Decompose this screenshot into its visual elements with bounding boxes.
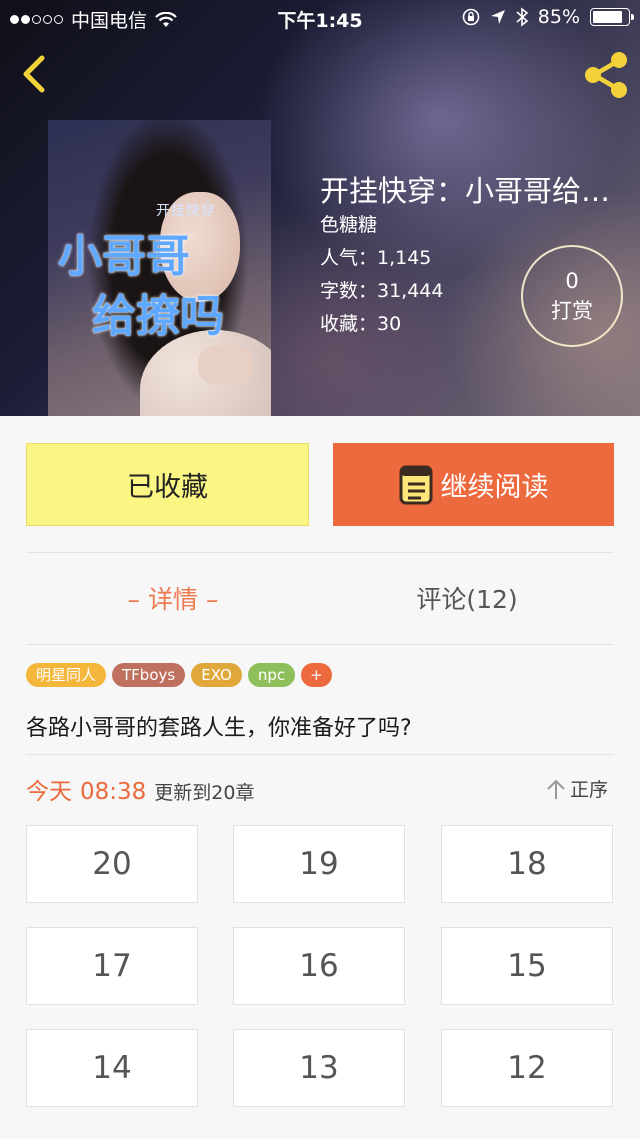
book-summary: 各路小哥哥的套路人生，你准备好了吗?	[26, 716, 412, 741]
tip-label: 打赏	[551, 299, 593, 323]
chapter-item[interactable]: 17	[26, 927, 198, 1005]
collected-button[interactable]: 已收藏	[26, 443, 309, 526]
back-button[interactable]	[14, 52, 54, 96]
tag-item[interactable]: EXO	[191, 663, 242, 687]
tip-button[interactable]: 0 打赏	[521, 245, 623, 347]
chapter-item[interactable]: 20	[26, 825, 198, 903]
add-tag-button[interactable]: +	[301, 663, 332, 687]
chevron-left-icon	[23, 55, 45, 93]
divider	[26, 552, 614, 553]
book-header: 中国电信 下午1:45 85% 开挂快穿 小哥哥 给撩吗 开挂快穿：小哥哥给撩吗…	[0, 0, 640, 416]
book-icon	[399, 465, 432, 504]
tag-item[interactable]: npc	[247, 663, 296, 687]
location-icon	[490, 10, 505, 24]
book-title: 开挂快穿：小哥哥给撩吗	[320, 174, 632, 208]
update-info: 今天 08:38 更新到20章	[26, 772, 254, 806]
book-author[interactable]: 色糖糖	[320, 210, 377, 237]
tag-item[interactable]: TFboys	[112, 663, 186, 687]
cover-title-line1: 小哥哥	[58, 231, 190, 282]
chapter-item[interactable]: 19	[233, 825, 405, 903]
tag-item[interactable]: 明星同人	[26, 663, 107, 687]
collected-label: 已收藏	[127, 472, 208, 503]
book-word-count: 字数：31,444	[320, 280, 444, 302]
share-button[interactable]	[580, 50, 632, 100]
update-day: 今天	[26, 779, 72, 805]
update-chapter: 更新到20章	[154, 782, 255, 804]
sort-order-button[interactable]: 正序	[546, 775, 608, 802]
chapter-item[interactable]: 12	[441, 1029, 613, 1107]
sort-order-label: 正序	[570, 779, 609, 801]
continue-reading-label: 继续阅读	[440, 472, 549, 503]
status-bar: 中国电信 下午1:45 85%	[0, 0, 640, 36]
tab-detail[interactable]: – 详情 –	[26, 580, 320, 616]
chapter-item[interactable]: 15	[441, 927, 613, 1005]
cover-art-hand	[198, 345, 253, 385]
book-cover[interactable]: 开挂快穿 小哥哥 给撩吗	[48, 120, 271, 416]
chapter-item[interactable]: 13	[233, 1029, 405, 1107]
share-icon	[585, 52, 627, 98]
divider	[26, 644, 614, 645]
status-right: 85%	[462, 6, 634, 28]
battery-percent: 85%	[537, 6, 580, 28]
cover-title-line2: 给撩吗	[92, 291, 224, 342]
battery-fill	[593, 11, 622, 23]
continue-reading-button[interactable]: 继续阅读	[333, 443, 614, 526]
cover-subtitle: 开挂快穿	[156, 203, 216, 219]
chapter-item[interactable]: 18	[441, 825, 613, 903]
tab-comments[interactable]: 评论(12)	[320, 580, 614, 616]
chapter-item[interactable]: 16	[233, 927, 405, 1005]
bluetooth-icon	[516, 7, 528, 27]
battery-icon	[590, 8, 634, 26]
tip-count: 0	[565, 269, 579, 293]
tag-list: 明星同人 TFboys EXO npc +	[26, 663, 332, 687]
arrow-up-icon	[547, 779, 565, 799]
book-popularity: 人气：1,145	[320, 247, 432, 269]
divider	[26, 754, 614, 755]
update-time: 08:38	[80, 779, 147, 805]
rotation-lock-icon	[462, 8, 480, 26]
book-favorites: 收藏：30	[320, 313, 402, 335]
chapter-item[interactable]: 14	[26, 1029, 198, 1107]
